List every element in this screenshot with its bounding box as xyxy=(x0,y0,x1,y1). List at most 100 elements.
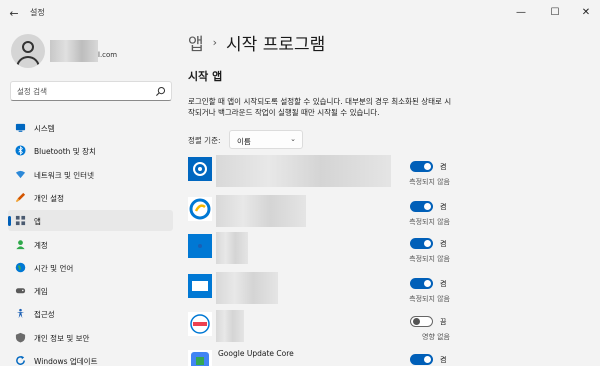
toggle-state-label: 켬 xyxy=(440,356,447,364)
window-app-icon xyxy=(188,274,212,298)
startup-impact: 측정되지 않음 xyxy=(409,295,450,303)
startup-impact: 측정되지 않음 xyxy=(409,255,450,263)
update-icon xyxy=(16,355,25,365)
window-title: 설정 xyxy=(30,8,45,17)
sidebar-item-label: 시간 및 언어 xyxy=(34,263,74,273)
section-title: 시작 앱 xyxy=(188,70,223,83)
search-icon[interactable] xyxy=(155,86,166,97)
breadcrumb: 앱 › 시작 프로그램 xyxy=(188,30,325,55)
toggle-knob xyxy=(424,280,431,287)
sidebar-item-label: 네트워크 및 인터넷 xyxy=(34,170,94,180)
sort-value: 이름 xyxy=(237,137,251,146)
startup-toggle[interactable] xyxy=(410,238,433,249)
close-button[interactable]: ✕ xyxy=(572,0,600,24)
blue-app-icon xyxy=(188,234,212,258)
game-icon xyxy=(15,288,26,294)
startup-toggle[interactable] xyxy=(410,354,433,365)
bluetooth-icon xyxy=(15,145,26,156)
toggle-state-label: 끔 xyxy=(440,318,447,326)
sidebar-item-label: 시스템 xyxy=(34,124,55,133)
search-input[interactable] xyxy=(17,85,147,98)
sort-dropdown[interactable]: 이름 ⌄ xyxy=(229,130,303,149)
app-name-redacted xyxy=(216,272,278,304)
startup-app-row: Google Update Core 켬 xyxy=(188,348,450,366)
startup-impact: 측정되지 않음 xyxy=(409,218,450,226)
sidebar-item-label: Windows 업데이트 xyxy=(34,357,98,366)
account-icon xyxy=(16,239,25,249)
sidebar-item-accessibility[interactable]: 접근성 xyxy=(8,303,173,324)
toggle-knob xyxy=(424,203,431,210)
back-arrow-icon: ← xyxy=(9,6,19,20)
apps-icon xyxy=(15,216,26,226)
sidebar-item-account[interactable]: 계정 xyxy=(8,234,173,255)
sidebar-item-game[interactable]: 게임 xyxy=(8,280,173,301)
toggle-state-label: 켬 xyxy=(440,163,447,171)
maximize-button[interactable]: ☐ xyxy=(539,0,571,24)
back-button[interactable]: ← xyxy=(4,3,24,23)
circle-app-icon xyxy=(188,197,212,221)
avatar-head-shape xyxy=(22,41,34,53)
close-icon: ✕ xyxy=(581,6,591,18)
sidebar-item-brush[interactable]: 개인 설정 xyxy=(8,187,173,208)
sidebar-item-monitor[interactable]: 시스템 xyxy=(8,117,173,138)
brush-icon xyxy=(15,192,26,202)
app-name-redacted xyxy=(216,232,248,264)
sidebar-item-bluetooth[interactable]: Bluetooth 및 장치 xyxy=(8,140,173,161)
startup-app-row: 켬측정되지 않음 xyxy=(188,232,450,268)
sidebar-item-globe[interactable]: 시간 및 언어 xyxy=(8,257,173,278)
avatar-body-shape xyxy=(16,56,40,68)
chevron-down-icon: ⌄ xyxy=(290,135,296,143)
startup-app-row: 켬측정되지 않음 xyxy=(188,155,450,191)
toggle-knob xyxy=(424,356,431,363)
gear-app-icon xyxy=(188,157,212,181)
startup-toggle[interactable] xyxy=(410,201,433,212)
globe-icon xyxy=(15,262,26,273)
page-title: 시작 프로그램 xyxy=(226,35,326,55)
breadcrumb-chevron-icon: › xyxy=(212,36,218,49)
app-name-redacted xyxy=(216,155,391,187)
toggle-knob xyxy=(413,318,420,325)
red-text-app-icon xyxy=(188,312,212,336)
toggle-knob xyxy=(424,240,431,247)
sort-label: 정렬 기준: xyxy=(188,136,221,145)
monitor-icon xyxy=(15,123,26,132)
sidebar-item-shield[interactable]: 개인 정보 및 보안 xyxy=(8,327,173,348)
app-name: Google Update Core xyxy=(218,349,294,358)
avatar[interactable] xyxy=(11,34,45,68)
startup-toggle[interactable] xyxy=(410,278,433,289)
network-icon xyxy=(15,170,26,178)
title-bar: ← 설정 — ☐ ✕ xyxy=(0,0,600,26)
startup-impact: 측정되지 않음 xyxy=(409,178,450,186)
accessibility-icon xyxy=(16,309,25,319)
sidebar-item-update[interactable]: Windows 업데이트 xyxy=(8,350,173,366)
app-name-redacted xyxy=(216,310,244,342)
sidebar-item-network[interactable]: 네트워크 및 인터넷 xyxy=(8,164,173,185)
breadcrumb-parent[interactable]: 앱 xyxy=(188,30,204,55)
sidebar-item-apps[interactable]: 앱 xyxy=(8,210,173,232)
google-update-icon xyxy=(188,350,212,366)
sidebar-item-label: 접근성 xyxy=(34,310,55,320)
sidebar-item-label: 개인 설정 xyxy=(34,193,64,203)
active-indicator xyxy=(8,216,11,227)
startup-toggle[interactable] xyxy=(410,316,433,327)
toggle-state-label: 켬 xyxy=(440,203,447,211)
startup-toggle[interactable] xyxy=(410,161,433,172)
sidebar-item-label: 게임 xyxy=(34,287,48,297)
search-box[interactable] xyxy=(10,81,172,101)
startup-app-row: 끔영향 없음 xyxy=(188,310,450,346)
app-name-redacted xyxy=(216,195,306,227)
startup-app-row: 켬측정되지 않음 xyxy=(188,195,450,231)
sidebar-item-label: 앱 xyxy=(34,217,41,227)
user-email: l.com xyxy=(98,51,118,59)
minimize-button[interactable]: — xyxy=(505,0,537,24)
minimize-icon: — xyxy=(516,6,526,18)
shield-icon xyxy=(15,332,26,343)
toggle-knob xyxy=(424,163,431,170)
startup-impact: 영향 없음 xyxy=(422,333,450,341)
user-name-redacted xyxy=(50,40,98,62)
toggle-state-label: 켬 xyxy=(440,240,447,248)
sidebar-item-label: 개인 정보 및 보안 xyxy=(34,333,90,343)
sidebar-item-label: 계정 xyxy=(34,240,48,250)
sidebar-item-label: Bluetooth 및 장치 xyxy=(34,147,96,157)
maximize-icon: ☐ xyxy=(550,6,560,18)
